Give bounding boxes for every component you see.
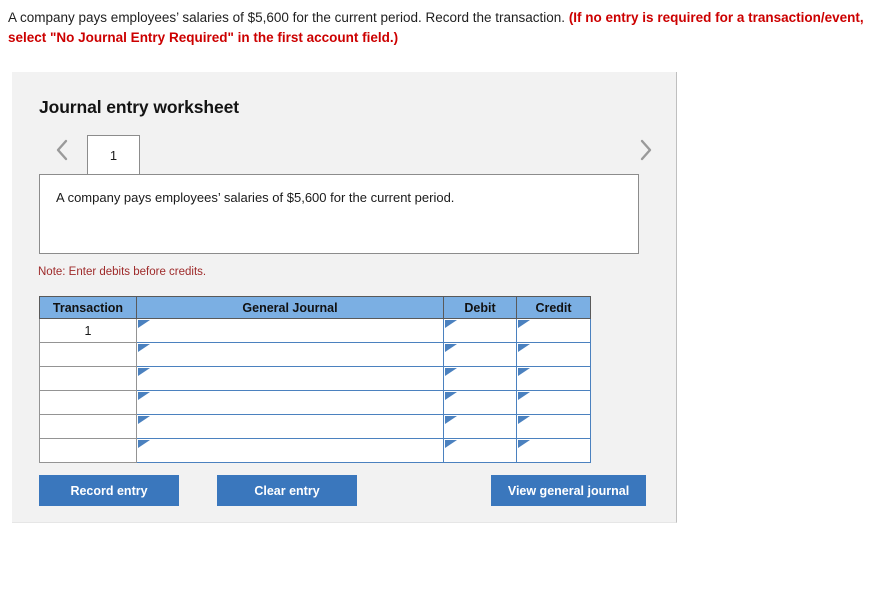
chevron-left-icon[interactable] — [51, 135, 73, 165]
cell-dropdown-marker-icon — [518, 368, 530, 376]
general-journal-input-cell[interactable] — [136, 366, 444, 391]
cell-dropdown-marker-icon — [445, 344, 457, 352]
journal-table-body: 1 — [39, 318, 591, 463]
cell-dropdown-marker-icon — [445, 320, 457, 328]
credit-input-cell[interactable] — [516, 390, 591, 415]
general-journal-input-cell[interactable] — [136, 438, 444, 463]
transaction-description-text: A company pays employees’ salaries of $5… — [56, 190, 455, 205]
debit-input-cell[interactable] — [443, 414, 517, 439]
debit-input-cell[interactable] — [443, 366, 517, 391]
debit-input-cell[interactable] — [443, 342, 517, 367]
column-header-credit: Credit — [516, 296, 591, 319]
record-entry-button[interactable]: Record entry — [39, 475, 179, 506]
transaction-number-cell — [39, 438, 137, 463]
credit-input-cell[interactable] — [516, 438, 591, 463]
cell-dropdown-marker-icon — [138, 368, 150, 376]
cell-dropdown-marker-icon — [445, 440, 457, 448]
credit-input-cell[interactable] — [516, 318, 591, 343]
chevron-right-icon[interactable] — [635, 135, 657, 165]
worksheet-tab-strip: 1 — [39, 130, 653, 175]
general-journal-input-cell[interactable] — [136, 318, 444, 343]
table-row — [39, 366, 591, 391]
column-header-transaction: Transaction — [39, 296, 137, 319]
general-journal-input-cell[interactable] — [136, 342, 444, 367]
credit-input-cell[interactable] — [516, 366, 591, 391]
cell-dropdown-marker-icon — [445, 416, 457, 424]
debit-input-cell[interactable] — [443, 318, 517, 343]
transaction-description-box: A company pays employees’ salaries of $5… — [39, 174, 639, 254]
view-general-journal-button[interactable]: View general journal — [491, 475, 646, 506]
transaction-number-cell — [39, 342, 137, 367]
cell-dropdown-marker-icon — [138, 392, 150, 400]
credit-input-cell[interactable] — [516, 342, 591, 367]
cell-dropdown-marker-icon — [445, 392, 457, 400]
cell-dropdown-marker-icon — [518, 416, 530, 424]
cell-dropdown-marker-icon — [138, 416, 150, 424]
cell-dropdown-marker-icon — [518, 392, 530, 400]
debits-before-credits-note: Note: Enter debits before credits. — [38, 266, 207, 278]
general-journal-input-cell[interactable] — [136, 414, 444, 439]
cell-dropdown-marker-icon — [518, 344, 530, 352]
table-row — [39, 390, 591, 415]
transaction-number-cell — [39, 414, 137, 439]
debit-input-cell[interactable] — [443, 390, 517, 415]
debit-input-cell[interactable] — [443, 438, 517, 463]
cell-dropdown-marker-icon — [138, 440, 150, 448]
journal-entry-worksheet-panel: Journal entry worksheet 1 A company pays… — [12, 72, 677, 523]
general-journal-input-cell[interactable] — [136, 390, 444, 415]
column-header-general-journal: General Journal — [136, 296, 444, 319]
question-text-plain: A company pays employees’ salaries of $5… — [8, 10, 569, 25]
worksheet-tab-1-label: 1 — [109, 148, 118, 163]
table-row — [39, 414, 591, 439]
transaction-number-cell: 1 — [39, 318, 137, 343]
table-header-row: Transaction General Journal Debit Credit — [39, 296, 591, 319]
journal-entry-table: Transaction General Journal Debit Credit… — [39, 296, 591, 463]
table-row — [39, 342, 591, 367]
table-row: 1 — [39, 318, 591, 343]
cell-dropdown-marker-icon — [518, 440, 530, 448]
clear-entry-button[interactable]: Clear entry — [217, 475, 357, 506]
cell-dropdown-marker-icon — [138, 344, 150, 352]
question-prompt: A company pays employees’ salaries of $5… — [8, 8, 870, 48]
table-row — [39, 438, 591, 463]
credit-input-cell[interactable] — [516, 414, 591, 439]
worksheet-title: Journal entry worksheet — [39, 97, 239, 117]
transaction-number-cell — [39, 390, 137, 415]
cell-dropdown-marker-icon — [445, 368, 457, 376]
transaction-number-cell — [39, 366, 137, 391]
cell-dropdown-marker-icon — [138, 320, 150, 328]
worksheet-tab-1[interactable]: 1 — [87, 135, 140, 175]
column-header-debit: Debit — [443, 296, 517, 319]
cell-dropdown-marker-icon — [518, 320, 530, 328]
